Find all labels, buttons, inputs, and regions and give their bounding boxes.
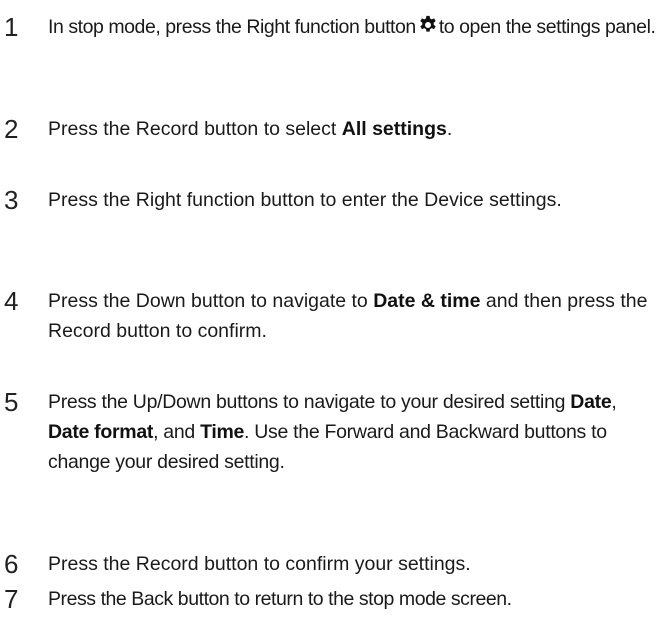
step-2: 2 Press the Record button to select All … bbox=[0, 114, 656, 144]
step-number: 4 bbox=[4, 286, 19, 316]
step-number: 5 bbox=[4, 387, 19, 417]
instruction-steps: 1 In stop mode, press the Right function… bbox=[0, 0, 656, 617]
step-number: 3 bbox=[4, 185, 19, 215]
gear-icon bbox=[418, 15, 438, 35]
step-1: 1 In stop mode, press the Right function… bbox=[0, 12, 656, 42]
step-text: In stop mode, press the Right function b… bbox=[48, 15, 656, 38]
step-text: Press the Up/Down buttons to navigate to… bbox=[48, 391, 617, 473]
step-5: 5 Press the Up/Down buttons to navigate … bbox=[0, 387, 656, 477]
step-4: 4 Press the Down button to navigate to D… bbox=[0, 286, 656, 346]
step-text: Press the Right function button to enter… bbox=[48, 189, 562, 211]
step-text: Press the Back button to return to the s… bbox=[48, 588, 512, 610]
step-text: Press the Down button to navigate to Dat… bbox=[48, 290, 648, 342]
step-text: Press the Record button to confirm your … bbox=[48, 553, 471, 575]
step-6: 6 Press the Record button to confirm you… bbox=[0, 549, 656, 579]
step-number: 7 bbox=[4, 584, 19, 614]
step-number: 6 bbox=[4, 549, 19, 579]
step-number: 1 bbox=[4, 12, 19, 42]
step-7: 7 Press the Back button to return to the… bbox=[0, 584, 656, 614]
step-number: 2 bbox=[4, 114, 19, 144]
step-text: Press the Record button to select All se… bbox=[48, 118, 453, 140]
step-3: 3 Press the Right function button to ent… bbox=[0, 185, 656, 215]
